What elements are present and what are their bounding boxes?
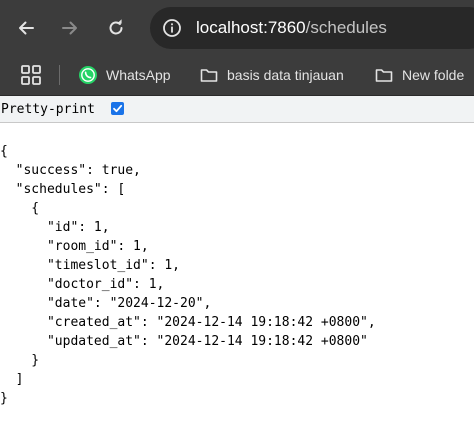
json-line: ]	[0, 372, 24, 387]
folder-icon	[200, 69, 218, 82]
checkmark-icon	[113, 104, 123, 113]
reload-icon	[109, 19, 123, 35]
arrow-left-icon	[19, 21, 34, 35]
json-line: {	[0, 201, 40, 216]
bookmarks-bar: WhatsApp basis data tinjauan New folde	[0, 55, 474, 96]
json-line: "schedules": [	[0, 182, 126, 197]
pretty-print-bar: Pretty-print	[0, 96, 474, 123]
pretty-print-checkbox[interactable]	[111, 102, 124, 115]
address-bar[interactable]: localhost:7860/schedules	[150, 7, 474, 49]
reload-button[interactable]	[100, 12, 132, 44]
bookmark-label: New folde	[402, 67, 465, 83]
bookmark-whatsapp[interactable]: WhatsApp	[78, 63, 171, 87]
bookmarks-separator	[59, 65, 60, 85]
site-info-button[interactable]	[160, 16, 184, 40]
json-line: "created_at": "2024-12-14 19:18:42 +0800…	[0, 315, 376, 330]
url-host: localhost:7860	[196, 18, 306, 37]
json-line: }	[0, 353, 40, 368]
bookmark-folder-basis-data-tinjauan[interactable]: basis data tinjauan	[199, 63, 344, 87]
json-line: {	[0, 144, 8, 159]
json-line: "timeslot_id": 1,	[0, 258, 181, 273]
bookmark-label: WhatsApp	[106, 67, 171, 83]
json-line: }	[0, 391, 8, 406]
folder-icon	[375, 69, 393, 82]
json-line: "room_id": 1,	[0, 239, 149, 254]
back-button[interactable]	[10, 12, 42, 44]
forward-button[interactable]	[54, 12, 86, 44]
json-line: "updated_at": "2024-12-14 19:18:42 +0800…	[0, 334, 368, 349]
json-line: "success": true,	[0, 163, 141, 178]
whatsapp-icon	[79, 66, 97, 84]
pretty-print-label: Pretty-print	[1, 102, 95, 117]
json-line: "date": "2024-12-20",	[0, 296, 212, 311]
bookmark-folder-new-folder[interactable]: New folde	[374, 63, 464, 87]
apps-grid-icon[interactable]	[20, 64, 42, 86]
browser-toolbar: localhost:7860/schedules	[0, 0, 474, 55]
info-icon	[163, 19, 181, 37]
json-line: "doctor_id": 1,	[0, 277, 165, 292]
json-line: "id": 1,	[0, 220, 110, 235]
arrow-right-icon	[62, 21, 77, 35]
json-content: { "success": true, "schedules": [ { "id"…	[0, 142, 376, 408]
url-path: /schedules	[305, 18, 387, 37]
address-url[interactable]: localhost:7860/schedules	[196, 17, 387, 39]
bookmark-label: basis data tinjauan	[227, 67, 344, 83]
